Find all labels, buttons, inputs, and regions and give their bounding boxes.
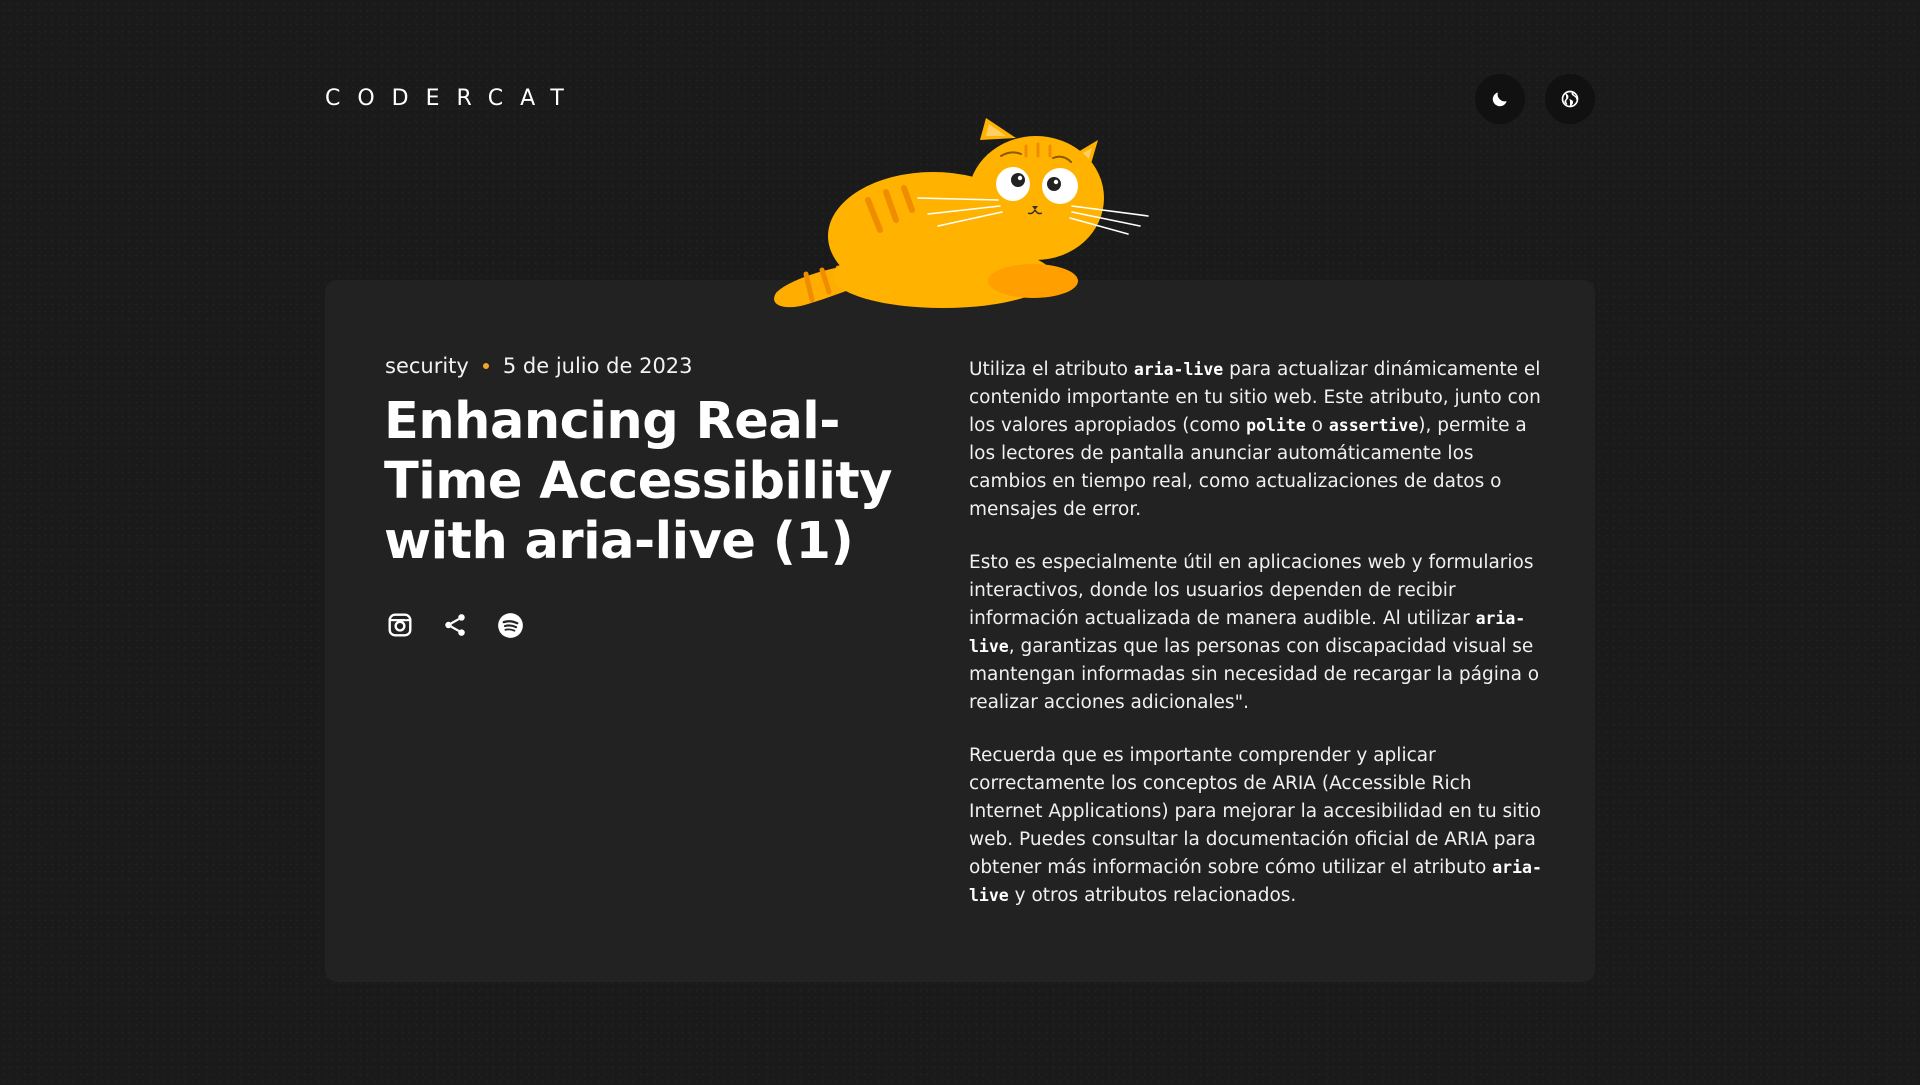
inline-code: polite [1246,416,1306,435]
post-date: 5 de julio de 2023 [502,354,693,378]
globe-icon [1561,90,1579,108]
moon-icon [1492,92,1507,107]
language-button[interactable] [1545,74,1595,124]
spotify-button[interactable] [495,610,525,640]
paragraph-text: , garantizas que las personas con discap… [969,636,1540,713]
theme-toggle-button[interactable] [1475,74,1525,124]
site-logo[interactable]: CODERCAT [325,86,581,111]
share-icon [445,614,465,636]
post-category[interactable]: security [385,354,469,378]
meta-separator-dot [482,363,489,369]
post-meta: security 5 de julio de 2023 [385,354,693,378]
orange-cat-illustration [774,118,1149,308]
post-paragraph: Esto es especialmente útil en aplicacion… [969,549,1544,717]
inline-code: aria-live [1133,360,1224,379]
post-paragraph: Utiliza el atributo aria-live para actua… [969,356,1544,524]
paragraph-text: Utiliza el atributo [969,359,1134,380]
paragraph-text: Recuerda que es importante comprender y … [969,745,1542,878]
post-body: Utiliza el atributo aria-live para actua… [969,356,1544,935]
inline-code: assertive [1328,416,1419,435]
share-links [385,610,550,640]
instagram-icon [388,613,412,637]
paragraph-text: o [1305,415,1329,436]
post-title: Enhancing Real-Time Accessibility with a… [384,392,893,571]
instagram-share-button[interactable] [385,610,415,640]
post-paragraph: Recuerda que es importante comprender y … [969,742,1544,910]
share-button[interactable] [440,610,470,640]
paragraph-text: y otros atributos relacionados. [1008,885,1297,906]
spotify-icon [497,612,523,638]
paragraph-text: Esto es especialmente útil en aplicacion… [969,552,1534,629]
